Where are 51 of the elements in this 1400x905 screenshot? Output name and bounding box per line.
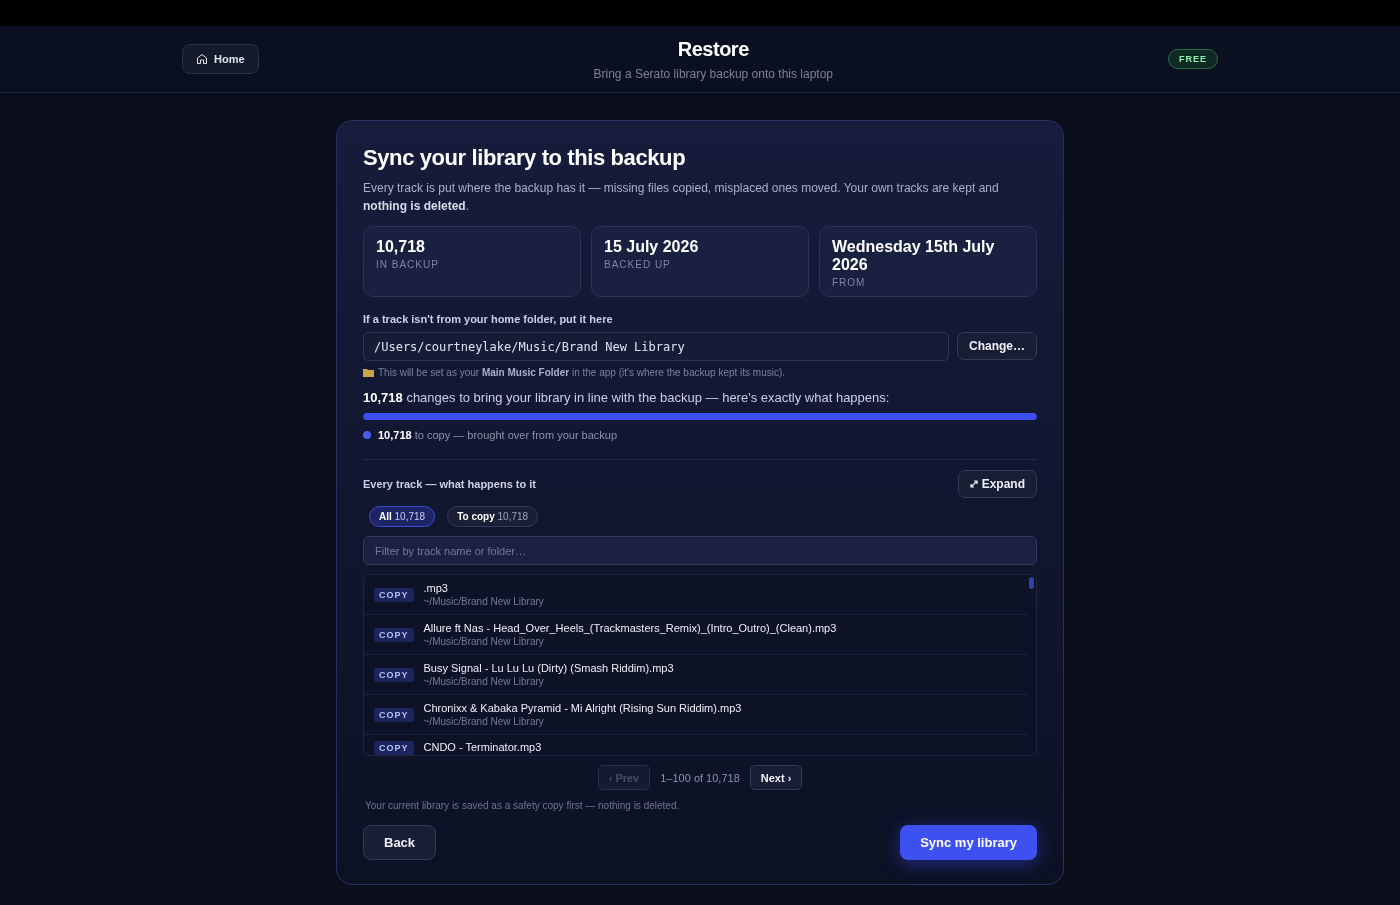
folder-label: If a track isn't from your home folder, put it here [363, 313, 614, 325]
card-title: Sync your library to this backup [363, 145, 687, 171]
legend-text: 10,718 to copy — brought over from your backup [378, 429, 618, 441]
track-folder: ~/Music/Brand New Library [423, 676, 545, 687]
plan-badge: FREE [1168, 49, 1218, 69]
intro-text: Every track is put where the backup has it — missing files copied, misplaced ones moved. Your own tracks are kept and nothing is deleted. [363, 180, 1000, 215]
action-tag: COPY [374, 627, 414, 642]
track-name: .mp3 [423, 582, 449, 594]
track-name: CNDO - Terminator.mp3 [423, 741, 542, 753]
track-row[interactable]: COPY Chronixx & Kabaka Pyramid - Mi Alright (Rising Sun Riddim).mp3 ~/Music/Brand New Library [364, 695, 1028, 735]
scrollbar-thumb[interactable] [1029, 577, 1034, 589]
stat-value: Wednesday 15th July 2026 [832, 238, 996, 274]
expand-button[interactable]: Expand [957, 470, 1037, 498]
track-name: Busy Signal - Lu Lu Lu (Dirty) (Smash Riddim).mp3 [423, 662, 674, 674]
page-range: 1–100 of 10,718 [660, 771, 740, 784]
home-button[interactable]: Home [182, 44, 259, 74]
action-tag: COPY [374, 667, 414, 682]
track-row[interactable]: COPY CNDO - Terminator.mp3 [364, 735, 1028, 755]
page-title: Restore [677, 37, 749, 61]
search-field[interactable]: Filter by track name or folder… [363, 536, 1037, 565]
track-name: Allure ft Nas - Head_Over_Heels_(Trackmasters_Remix)_(Intro_Outro)_(Clean).mp3 [423, 622, 837, 634]
stat-value: 10,718 [376, 238, 426, 256]
action-tag: COPY [374, 741, 414, 755]
folder-note: This will be set as your Main Music Folder in the app (it's where the backup kept its music). [378, 367, 786, 378]
track-name: Chronixx & Kabaka Pyramid - Mi Alright (Rising Sun Riddim).mp3 [423, 702, 742, 714]
next-button[interactable]: Next › [749, 765, 803, 790]
track-row[interactable]: COPY Busy Signal - Lu Lu Lu (Dirty) (Smash Riddim).mp3 ~/Music/Brand New Library [364, 655, 1028, 695]
stat-label: IN BACKUP [376, 259, 440, 270]
folder-path-field[interactable]: /Users/courtneylake/Music/Brand New Library [363, 332, 949, 361]
track-folder: ~/Music/Brand New Library [423, 596, 544, 607]
filter-chip[interactable]: To copy 10,718 [447, 506, 539, 527]
folder-icon [363, 368, 374, 377]
summary-text: 10,718 changes to bring your library in line with the backup — here's exactly what happens: [363, 390, 891, 405]
page-subtitle: Bring a Serato library backup onto this laptop [593, 66, 833, 81]
house-icon [196, 53, 208, 65]
track-row[interactable]: COPY .mp3 ~/Music/Brand New Library [364, 575, 1028, 615]
change-button[interactable]: Change… [957, 332, 1037, 360]
expand-icon [969, 480, 978, 488]
track-row[interactable]: COPY Allure ft Nas - Head_Over_Heels_(Trackmasters_Remix)_(Intro_Outro)_(Clean).mp3 ~/Music/Brand New Library [364, 615, 1028, 655]
safety-note: Your current library is saved as a safety copy first — nothing is deleted. [365, 800, 681, 811]
action-tag: COPY [374, 587, 414, 602]
back-button[interactable]: Back [363, 825, 437, 860]
action-tag: COPY [374, 707, 414, 722]
track-folder: ~/Music/Brand New Library [423, 636, 545, 647]
section-title: Every track — what happens to it [363, 478, 536, 490]
stat-label: BACKED UP [604, 259, 672, 270]
sync-button[interactable]: Sync my library [900, 825, 1037, 860]
filter-chip[interactable]: All 10,718 [369, 506, 436, 527]
stat-value: 15 July 2026 [604, 238, 700, 256]
stat-label: FROM [832, 277, 867, 288]
track-folder: ~/Music/Brand New Library [423, 716, 545, 727]
